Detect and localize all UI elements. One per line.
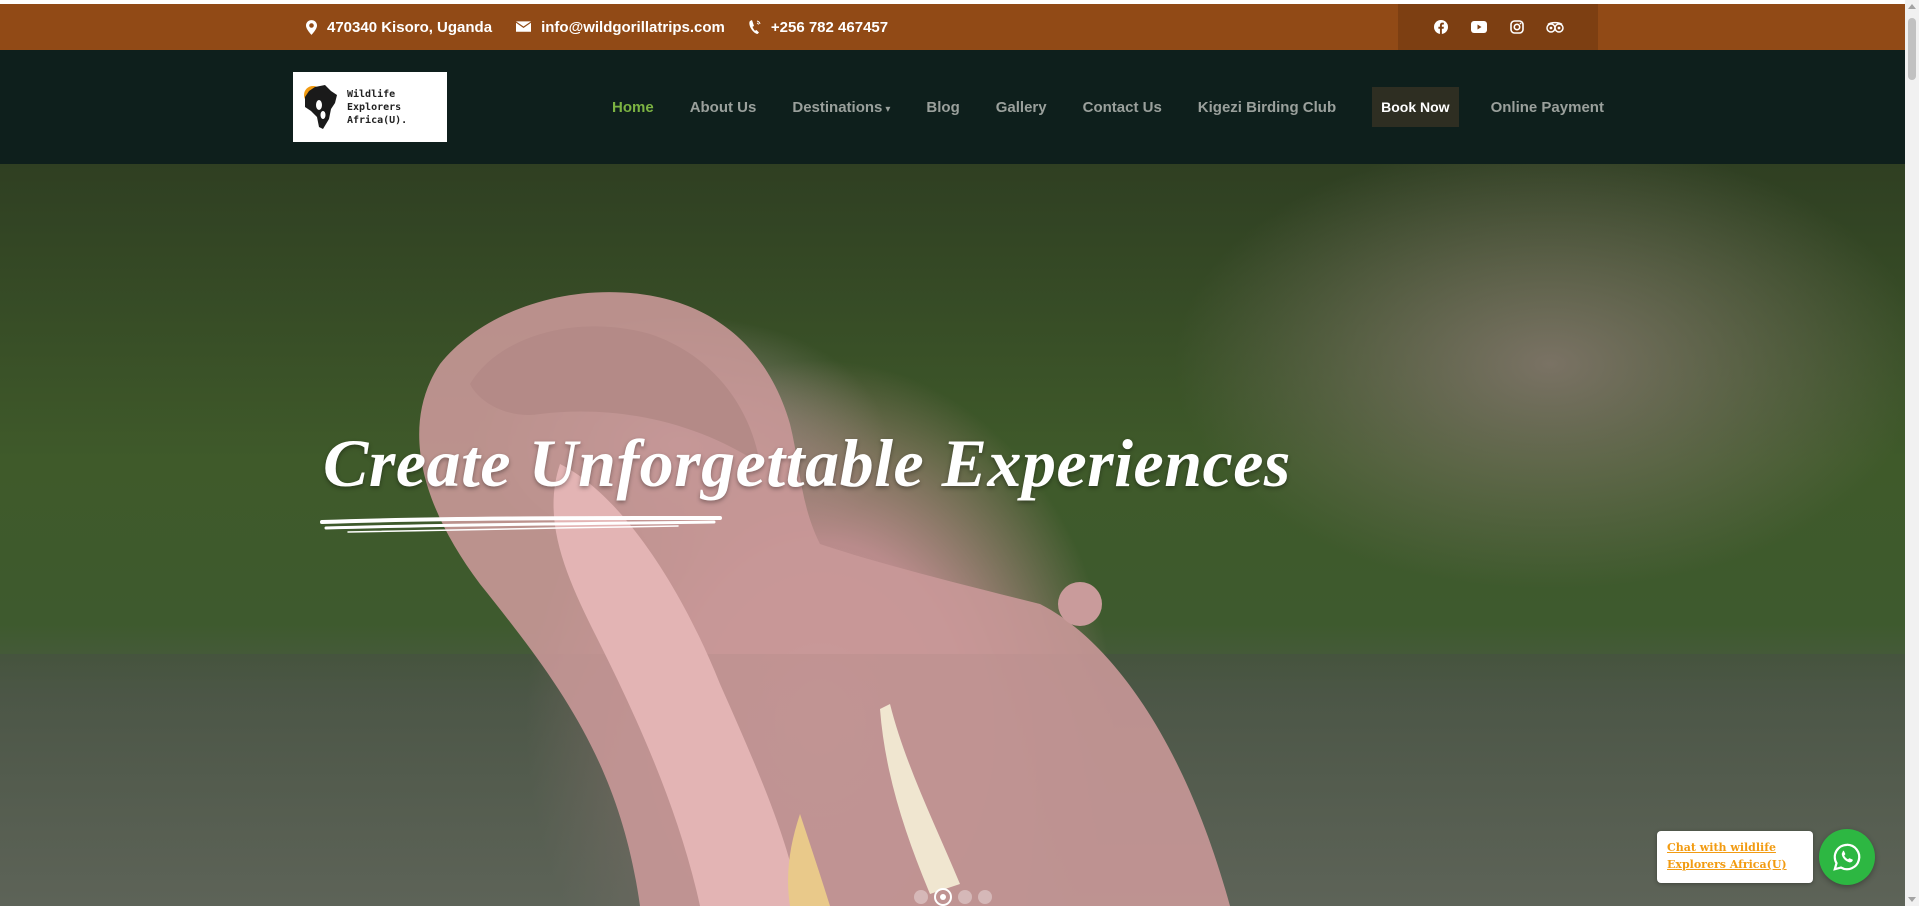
- nav-destinations[interactable]: Destinations ▾: [792, 99, 890, 116]
- hero-title: Create Unforgettable Experiences: [323, 425, 1291, 501]
- hippo-illustration: [419, 292, 1230, 906]
- africa-map-logo-icon: [304, 85, 337, 129]
- tripadvisor-icon[interactable]: [1546, 18, 1564, 36]
- nav-gallery[interactable]: Gallery: [996, 99, 1047, 116]
- logo-line-2: Explorers: [347, 101, 402, 113]
- top-bar: 470340 Kisoro, Uganda info@wildgorillatr…: [0, 4, 1905, 50]
- slider-dot-2[interactable]: [934, 888, 952, 906]
- nav-destinations-label: Destinations: [792, 98, 883, 116]
- scroll-up-arrow-icon[interactable]: [1908, 4, 1916, 9]
- slider-dot-3[interactable]: [958, 890, 972, 904]
- address-item: 470340 Kisoro, Uganda: [306, 19, 492, 36]
- phone-item[interactable]: +256 782 467457: [749, 19, 888, 36]
- phone-link[interactable]: +256 782 467457: [771, 19, 888, 36]
- book-now-button[interactable]: Book Now: [1372, 87, 1459, 127]
- scroll-down-arrow-icon[interactable]: [1908, 897, 1916, 902]
- page: 470340 Kisoro, Uganda info@wildgorillatr…: [0, 0, 1919, 906]
- nav-kigezi-birding-club[interactable]: Kigezi Birding Club: [1198, 99, 1336, 116]
- main-menu: Home About Us Destinations ▾ Blog Gallery…: [612, 50, 1640, 164]
- map-pin-icon: [306, 19, 317, 35]
- whatsapp-chat-label[interactable]: Chat with wildlife Explorers Africa(U): [1667, 839, 1803, 873]
- nav-contact-us[interactable]: Contact Us: [1083, 99, 1162, 116]
- slider-dot-1[interactable]: [914, 890, 928, 904]
- address-text: 470340 Kisoro, Uganda: [327, 18, 493, 36]
- nav-about-us[interactable]: About Us: [690, 99, 757, 116]
- site-logo[interactable]: Wildlife Explorers Africa(U).: [293, 72, 447, 142]
- email-link[interactable]: info@wildgorillatrips.com: [541, 19, 725, 36]
- youtube-icon[interactable]: [1470, 18, 1488, 36]
- social-links: [1398, 4, 1598, 50]
- page-scrollbar[interactable]: [1905, 0, 1919, 906]
- scrollbar-thumb[interactable]: [1908, 18, 1916, 80]
- hero-slider: Create Unforgettable Experiences: [0, 164, 1905, 906]
- contact-info: 470340 Kisoro, Uganda info@wildgorillatr…: [306, 4, 912, 50]
- phone-icon: [749, 20, 761, 34]
- envelope-icon: [516, 21, 532, 32]
- facebook-icon[interactable]: [1432, 18, 1450, 36]
- email-item[interactable]: info@wildgorillatrips.com: [516, 19, 725, 36]
- logo-line-1: Wildlife: [347, 88, 396, 100]
- slider-pagination: [914, 888, 992, 906]
- main-navbar: Wildlife Explorers Africa(U). Home About…: [0, 50, 1905, 164]
- nav-blog[interactable]: Blog: [926, 99, 959, 116]
- logo-line-3: Africa(U).: [347, 114, 408, 126]
- logo-wordmark: Wildlife Explorers Africa(U).: [347, 88, 407, 127]
- whatsapp-button[interactable]: [1819, 829, 1875, 885]
- instagram-icon[interactable]: [1508, 18, 1526, 36]
- slider-dot-4[interactable]: [978, 890, 992, 904]
- whatsapp-chat-bubble[interactable]: Chat with wildlife Explorers Africa(U): [1657, 831, 1813, 883]
- brush-stroke-underline: [320, 516, 722, 533]
- whatsapp-icon: [1833, 843, 1861, 871]
- nav-home[interactable]: Home: [612, 99, 654, 116]
- chevron-down-icon: ▾: [885, 103, 891, 115]
- nav-online-payment[interactable]: Online Payment: [1491, 99, 1604, 116]
